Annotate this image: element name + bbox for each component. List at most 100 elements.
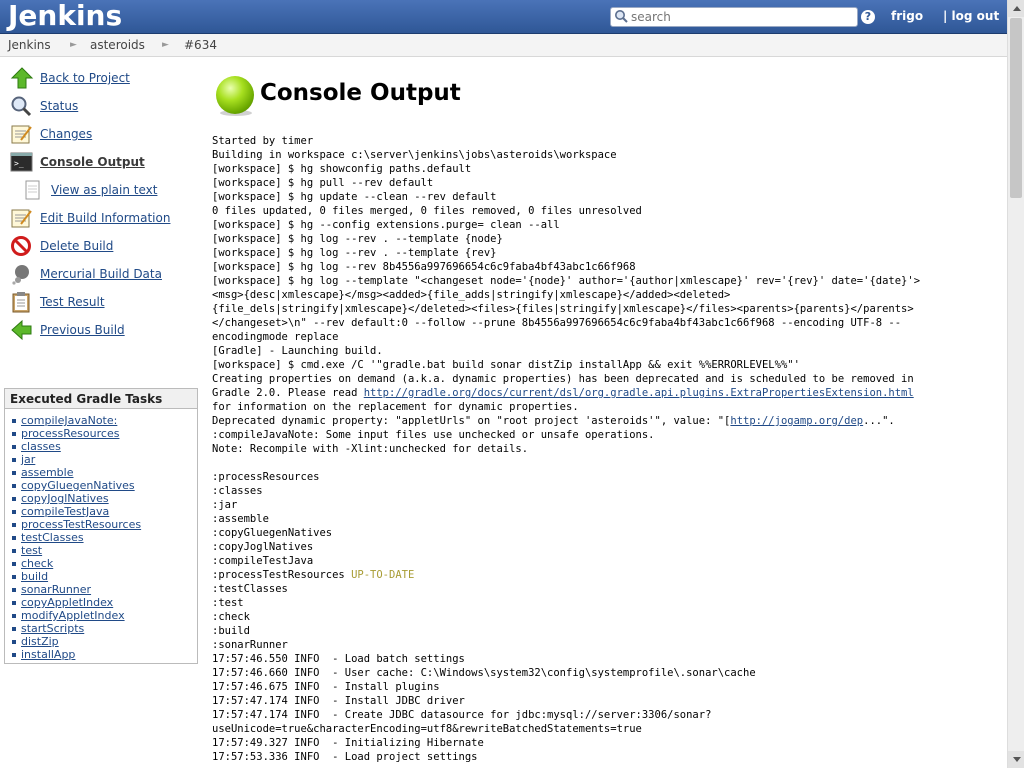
- list-item: processTestResources: [11, 518, 197, 531]
- task-changes[interactable]: Changes: [10, 123, 200, 145]
- list-item: copyAppletIndex: [11, 596, 197, 609]
- gradle-docs-link[interactable]: http://gradle.org/docs/current/dsl/org.g…: [364, 387, 914, 399]
- task-link[interactable]: Status: [40, 99, 78, 113]
- gradle-task-link[interactable]: check: [21, 557, 53, 570]
- up-arrow-icon: [10, 67, 34, 89]
- list-item: classes: [11, 440, 197, 453]
- logout-link[interactable]: | log out: [943, 9, 999, 23]
- console-line: :classes: [212, 485, 263, 497]
- task-back-to-project[interactable]: Back to Project: [10, 67, 200, 89]
- breadcrumb-jenkins[interactable]: Jenkins: [8, 38, 51, 52]
- gradle-task-link[interactable]: startScripts: [21, 622, 84, 635]
- console-line-process-test-resources: :processTestResources UP-TO-DATE: [212, 568, 1002, 582]
- console-line: [workspace] $ hg log --template "<change…: [212, 275, 921, 287]
- console-line: <msg>{desc|xmlescape}</msg><added>{file_…: [212, 289, 731, 301]
- console-line: Building in workspace c:\server\jenkins\…: [212, 149, 617, 161]
- task-link[interactable]: Delete Build: [40, 239, 113, 253]
- scroll-down-button[interactable]: [1008, 751, 1024, 768]
- gradle-task-link[interactable]: compileJavaNote:: [21, 414, 117, 427]
- console-text: Deprecated dynamic property: "appletUrls…: [212, 415, 731, 427]
- console-line: :testClasses: [212, 583, 288, 595]
- help-icon[interactable]: ?: [861, 10, 875, 24]
- console-line: 17:57:49.327 INFO - Initializing Hiberna…: [212, 737, 484, 749]
- console-line: 17:57:47.174 INFO - Create JDBC datasour…: [212, 709, 712, 721]
- task-link[interactable]: Changes: [40, 127, 92, 141]
- task-status[interactable]: Status: [10, 95, 200, 117]
- task-delete-build[interactable]: Delete Build: [10, 235, 200, 257]
- jenkins-logo[interactable]: Jenkins: [8, 0, 122, 32]
- console-line: [workspace] $ hg update --clean --rev de…: [212, 191, 497, 203]
- console-line: [workspace] $ hg log --rev . --template …: [212, 233, 503, 245]
- mercurial-icon: [12, 265, 29, 285]
- list-item: sonarRunner: [11, 583, 197, 596]
- chevron-up-icon: [1013, 6, 1021, 11]
- gradle-task-link[interactable]: processTestResources: [21, 518, 141, 531]
- console-text: Gradle 2.0. Please read: [212, 387, 364, 399]
- gradle-task-link[interactable]: assemble: [21, 466, 74, 479]
- user-link[interactable]: frigo: [891, 9, 923, 23]
- console-line: 17:57:53.336 INFO - Load project setting…: [212, 751, 478, 763]
- gradle-task-link[interactable]: build: [21, 570, 48, 583]
- breadcrumb-build[interactable]: #634: [184, 38, 217, 52]
- task-mercurial-build-data[interactable]: Mercurial Build Data: [10, 263, 200, 285]
- task-link[interactable]: View as plain text: [51, 183, 157, 197]
- task-test-result[interactable]: Test Result: [10, 291, 200, 313]
- scroll-thumb[interactable]: [1010, 18, 1022, 198]
- task-link[interactable]: Previous Build: [40, 323, 125, 337]
- page-title: Console Output: [260, 80, 461, 106]
- gradle-task-link[interactable]: modifyAppletIndex: [21, 609, 125, 622]
- gradle-task-link[interactable]: sonarRunner: [21, 583, 91, 596]
- breadcrumb-project[interactable]: asteroids: [90, 38, 145, 52]
- list-item: assemble: [11, 466, 197, 479]
- list-item: modifyAppletIndex: [11, 609, 197, 622]
- gradle-task-link[interactable]: copyGluegenNatives: [21, 479, 135, 492]
- console-line: Note: Recompile with -Xlint:unchecked fo…: [212, 443, 529, 455]
- task-link[interactable]: Mercurial Build Data: [40, 267, 162, 281]
- notepad-icon: [11, 209, 32, 228]
- task-link[interactable]: Edit Build Information: [40, 211, 170, 225]
- gradle-task-link[interactable]: compileTestJava: [21, 505, 109, 518]
- console-line: [Gradle] - Launching build.: [212, 345, 383, 357]
- task-link[interactable]: Console Output: [40, 155, 145, 169]
- gradle-task-link[interactable]: copyAppletIndex: [21, 596, 113, 609]
- search-box[interactable]: [610, 7, 858, 27]
- task-link[interactable]: Test Result: [40, 295, 105, 309]
- task-edit-build-information[interactable]: Edit Build Information: [10, 207, 200, 229]
- task-view-plain-text[interactable]: View as plain text: [22, 179, 212, 201]
- console-line: [workspace] $ hg pull --rev default: [212, 177, 434, 189]
- gradle-task-link[interactable]: installApp: [21, 648, 75, 661]
- console-line: :compileTestJava: [212, 555, 314, 567]
- gradle-task-link[interactable]: jar: [21, 453, 35, 466]
- console-line: 17:57:46.550 INFO - Load batch settings: [212, 653, 465, 665]
- scroll-up-button[interactable]: [1008, 0, 1024, 17]
- console-text: ...".: [863, 415, 895, 427]
- list-item: testClasses: [11, 531, 197, 544]
- list-item: processResources: [11, 427, 197, 440]
- gradle-task-link[interactable]: processResources: [21, 427, 119, 440]
- list-item: build: [11, 570, 197, 583]
- chevron-down-icon: [1013, 757, 1021, 762]
- console-line: :test: [212, 597, 244, 609]
- console-line: {file_dels|stringify|xmlescape}</deleted…: [212, 303, 914, 315]
- console-line: 17:57:46.675 INFO - Install plugins: [212, 681, 440, 693]
- console-line: Started by timer: [212, 135, 314, 147]
- gradle-task-link[interactable]: distZip: [21, 635, 59, 648]
- gradle-task-link[interactable]: test: [21, 544, 42, 557]
- jogamp-link[interactable]: http://jogamp.org/dep: [730, 415, 863, 427]
- gradle-task-link[interactable]: testClasses: [21, 531, 84, 544]
- console-line-gradle-docs: Gradle 2.0. Please read http://gradle.or…: [212, 386, 1002, 400]
- gradle-task-link[interactable]: copyJoglNatives: [21, 492, 109, 505]
- list-item: jar: [11, 453, 197, 466]
- vertical-scrollbar[interactable]: [1007, 0, 1024, 768]
- task-link[interactable]: Back to Project: [40, 71, 130, 85]
- search-input[interactable]: [631, 9, 853, 24]
- document-icon: [25, 180, 40, 200]
- list-item: startScripts: [11, 622, 197, 635]
- task-console-output[interactable]: >_ Console Output: [10, 151, 200, 173]
- search-icon: [615, 10, 628, 23]
- console-line: [workspace] $ hg log --rev . --template …: [212, 247, 497, 259]
- gradle-task-list: compileJavaNote: processResources classe…: [5, 409, 197, 661]
- task-previous-build[interactable]: Previous Build: [10, 319, 200, 341]
- gradle-task-link[interactable]: classes: [21, 440, 61, 453]
